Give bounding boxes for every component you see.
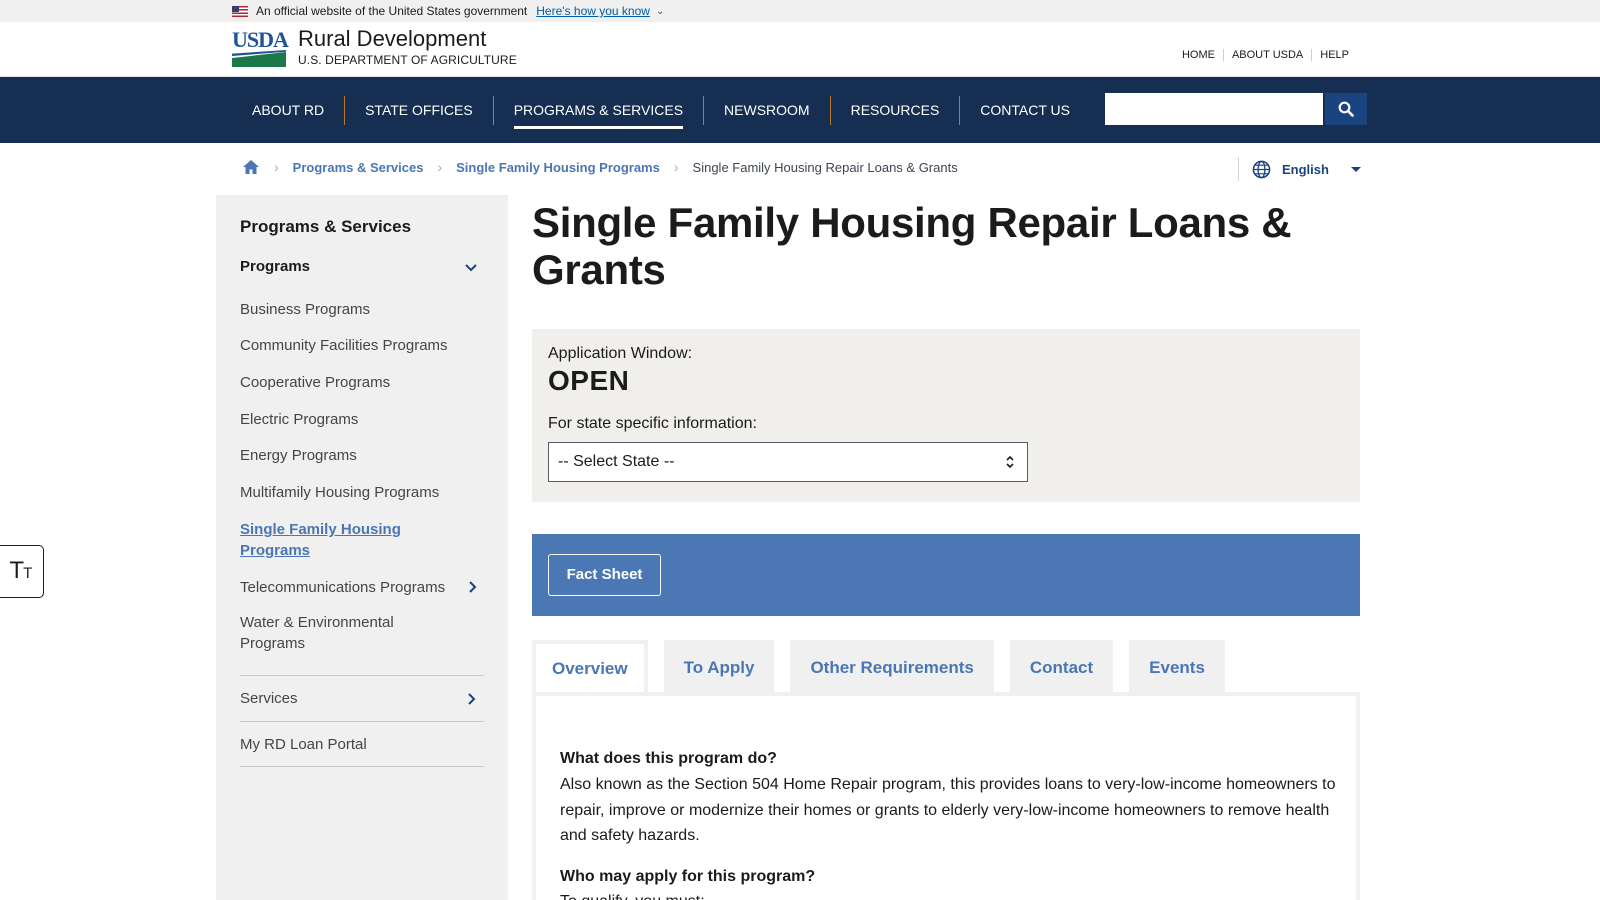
nav-newsroom[interactable]: NEWSROOM: [703, 95, 830, 125]
chevron-down-icon[interactable]: ⌄: [656, 6, 664, 17]
sidebar-item-community-facilities[interactable]: Community Facilities Programs: [240, 335, 455, 356]
fact-sheet-bar: Fact Sheet: [532, 534, 1360, 616]
language-label: English: [1282, 161, 1329, 177]
gov-banner-text: An official website of the United States…: [256, 4, 528, 18]
overview-question-2: Who may apply for this program?: [560, 868, 816, 885]
sidebar: Programs & Services Programs Business Pr…: [216, 195, 508, 900]
sidebar-item-business[interactable]: Business Programs: [240, 299, 455, 320]
chevron-right-icon[interactable]: [467, 577, 479, 597]
search-input[interactable]: [1105, 93, 1323, 125]
breadcrumb-separator-icon: ›: [274, 159, 279, 175]
how-you-know-link[interactable]: Here's how you know: [536, 4, 650, 18]
search-icon: [1338, 101, 1354, 117]
tab-overview[interactable]: Overview: [532, 640, 648, 696]
state-select[interactable]: -- Select State --: [548, 442, 1028, 482]
nav-state-offices[interactable]: STATE OFFICES: [344, 95, 493, 125]
application-window-box: Application Window: OPEN For state speci…: [532, 329, 1360, 502]
nav-resources[interactable]: RESOURCES: [829, 95, 960, 125]
util-nav-help[interactable]: HELP: [1311, 49, 1357, 61]
breadcrumb-separator-icon: ›: [437, 159, 443, 175]
tab-events[interactable]: Events: [1129, 640, 1225, 694]
sidebar-item-water-environmental[interactable]: Water & Environmental Programs: [240, 612, 410, 654]
application-status: OPEN: [548, 365, 630, 396]
fact-sheet-button[interactable]: Fact Sheet: [548, 554, 661, 596]
sidebar-section-programs[interactable]: Programs: [240, 258, 484, 275]
program-tabs: Overview To Apply Other Requirements Con…: [532, 640, 1241, 696]
breadcrumb-single-family-housing[interactable]: Single Family Housing Programs: [456, 160, 660, 175]
sidebar-item-services[interactable]: Services: [240, 675, 484, 721]
state-info-label: For state specific information:: [548, 415, 757, 432]
text-size-icon: TT: [9, 559, 32, 584]
gov-banner: An official website of the United States…: [0, 0, 1600, 22]
breadcrumb: › Programs & Services › Single Family Ho…: [242, 159, 958, 175]
sidebar-item-label: Telecommunications Programs: [240, 579, 446, 596]
usda-logo[interactable]: USDA: [232, 27, 289, 69]
search-button[interactable]: [1325, 93, 1367, 125]
sidebar-item-cooperative[interactable]: Cooperative Programs: [240, 372, 455, 393]
breadcrumb-programs-services[interactable]: Programs & Services: [293, 160, 424, 175]
breadcrumb-separator-icon: ›: [673, 159, 679, 175]
sidebar-section-label: Programs: [240, 258, 311, 275]
chevron-right-icon: [468, 693, 476, 705]
sidebar-item-my-rd-loan-portal[interactable]: My RD Loan Portal: [240, 721, 484, 767]
tab-other-requirements[interactable]: Other Requirements: [790, 640, 994, 694]
sidebar-program-list: Business Programs Community Facilities P…: [240, 290, 484, 654]
breadcrumb-row: › Programs & Services › Single Family Ho…: [0, 143, 1600, 195]
overview-panel: What does this program do? Also known as…: [532, 692, 1360, 900]
language-selector[interactable]: English: [1238, 157, 1361, 181]
chevron-down-icon: [465, 264, 477, 272]
main-nav: ABOUT RD STATE OFFICES PROGRAMS & SERVIC…: [0, 77, 1600, 143]
nav-programs-services[interactable]: PROGRAMS & SERVICES: [492, 95, 703, 129]
sidebar-item-electric[interactable]: Electric Programs: [240, 409, 455, 430]
nav-about-rd[interactable]: ABOUT RD: [232, 96, 344, 125]
agency-brand[interactable]: Rural Development U.S. DEPARTMENT OF AGR…: [298, 25, 517, 67]
tab-contact[interactable]: Contact: [1009, 640, 1114, 694]
agency-name: Rural Development: [298, 26, 487, 51]
us-flag-icon: [232, 5, 248, 17]
utility-nav: HOME ABOUT USDA HELP: [1174, 49, 1357, 61]
globe-icon: [1252, 160, 1271, 178]
util-nav-about-usda[interactable]: ABOUT USDA: [1222, 49, 1311, 61]
util-nav-home[interactable]: HOME: [1174, 49, 1223, 61]
caret-down-icon: [1350, 166, 1361, 172]
home-icon[interactable]: [242, 159, 260, 175]
overview-answer-1: Also known as the Section 504 Home Repai…: [560, 776, 1336, 844]
nav-contact-us[interactable]: CONTACT US: [959, 95, 1090, 125]
site-header: USDA Rural Development U.S. DEPARTMENT O…: [0, 22, 1600, 77]
sidebar-title[interactable]: Programs & Services: [240, 217, 411, 237]
select-arrows-icon: [1006, 455, 1014, 469]
overview-answer-2: To qualify, you must:: [560, 889, 1340, 900]
text-size-toggle[interactable]: TT: [0, 545, 44, 598]
sidebar-services-label: Services: [240, 690, 298, 707]
sidebar-item-energy[interactable]: Energy Programs: [240, 445, 455, 466]
usda-logo-text: USDA: [232, 27, 289, 52]
sidebar-item-telecommunications[interactable]: Telecommunications Programs: [240, 577, 477, 598]
application-window-label: Application Window:: [548, 345, 693, 362]
tab-to-apply[interactable]: To Apply: [663, 640, 775, 694]
department-name: U.S. DEPARTMENT OF AGRICULTURE: [298, 53, 517, 67]
breadcrumb-current: Single Family Housing Repair Loans & Gra…: [692, 159, 958, 175]
sidebar-item-single-family[interactable]: Single Family Housing Programs: [240, 519, 455, 561]
page-title: Single Family Housing Repair Loans & Gra…: [532, 199, 1292, 293]
sidebar-item-multifamily[interactable]: Multifamily Housing Programs: [240, 482, 455, 503]
state-select-value: -- Select State --: [558, 453, 675, 470]
overview-question-1: What does this program do?: [560, 750, 777, 767]
